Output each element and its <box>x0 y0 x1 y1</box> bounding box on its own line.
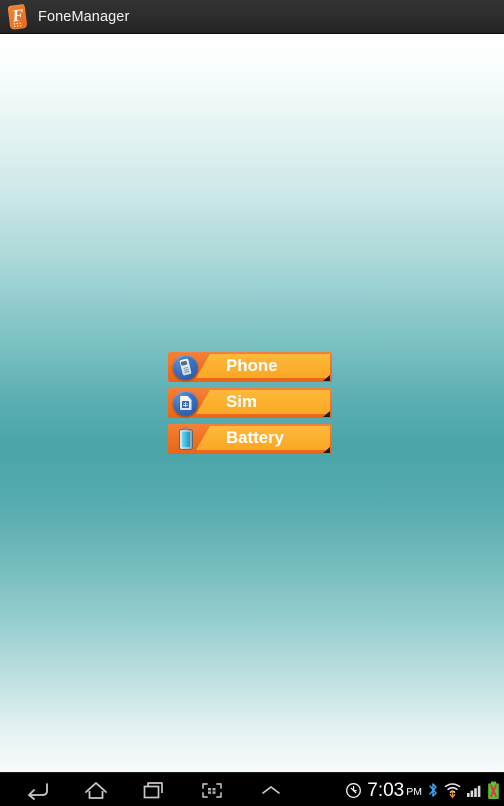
sim-card-icon <box>173 390 198 416</box>
expand-up-icon[interactable] <box>236 773 306 806</box>
app-title-text: FoneManager <box>38 8 130 25</box>
menu-button-sim[interactable]: Sim <box>168 388 332 418</box>
menu-button-panel <box>196 390 330 414</box>
phone-icon <box>173 354 198 380</box>
phone-icon-glyph <box>179 358 192 376</box>
menu-button-battery[interactable]: Battery <box>168 424 332 454</box>
menu-button-label-phone: Phone <box>226 356 278 375</box>
menu-button-label-battery: Battery <box>226 428 284 447</box>
screenshot-icon-svg <box>202 783 222 798</box>
app-title-bar: F FoneManager <box>0 0 504 34</box>
cellular-signal-icon-svg <box>467 785 481 797</box>
home-icon[interactable] <box>72 773 120 806</box>
silent-mode-icon <box>345 782 362 799</box>
cellular-signal-icon <box>466 782 482 798</box>
menu-icon-wrap-sim <box>172 389 199 417</box>
battery-charging-icon <box>487 781 500 800</box>
clock-time: 7:03 <box>367 779 405 801</box>
recent-apps-icon[interactable] <box>130 773 178 806</box>
wifi-icon-svg <box>444 783 461 799</box>
main-menu: Phone Sim Battery <box>168 352 332 454</box>
app-icon-keypad <box>12 20 23 28</box>
recent-apps-icon-svg <box>143 782 163 799</box>
menu-button-label-sim: Sim <box>226 392 257 411</box>
menu-icon-wrap-phone <box>172 353 199 381</box>
bluetooth-icon <box>427 781 439 799</box>
menu-button-phone[interactable]: Phone <box>168 352 332 382</box>
expand-up-icon-svg <box>262 786 280 794</box>
battery-icon <box>173 426 198 452</box>
android-screen: F FoneManager Phone Sim Battery 7:03 PM <box>0 0 504 806</box>
back-icon-svg <box>28 783 48 800</box>
back-icon[interactable] <box>14 773 62 806</box>
battery-charging-icon-svg <box>488 781 499 799</box>
menu-icon-wrap-battery <box>172 425 199 453</box>
status-clock: 7:03 PM <box>367 781 422 800</box>
silent-mode-icon-svg <box>346 782 362 798</box>
android-navigation-bar: 7:03 PM <box>0 772 504 806</box>
fonemanager-app-icon: F <box>5 3 31 30</box>
bluetooth-icon-svg <box>429 783 437 797</box>
sim-card-icon-glyph <box>179 396 192 410</box>
app-content-area: Phone Sim Battery <box>0 34 504 772</box>
screenshot-icon[interactable] <box>188 773 236 806</box>
home-icon-svg <box>85 782 107 799</box>
status-bar: 7:03 PM <box>345 773 500 806</box>
battery-icon-glyph <box>179 426 192 449</box>
wifi-icon <box>444 781 461 799</box>
clock-ampm: PM <box>406 785 422 798</box>
